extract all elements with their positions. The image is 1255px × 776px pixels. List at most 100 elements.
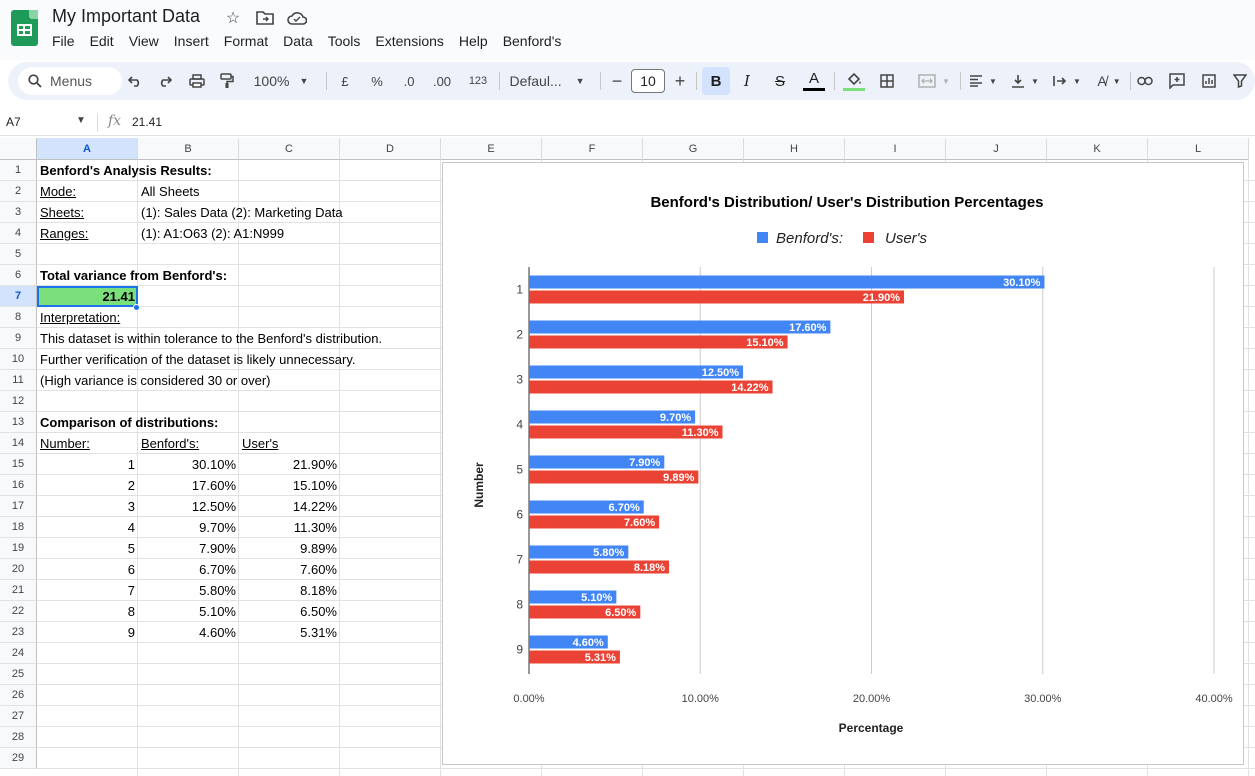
row-header-26[interactable]: 26	[0, 685, 37, 706]
table-user-cell[interactable]: 15.10%	[239, 475, 340, 496]
table-user-cell[interactable]: 8.18%	[239, 580, 340, 601]
table-number-cell[interactable]: 9	[37, 622, 138, 643]
row-header-3[interactable]: 3	[0, 202, 37, 223]
move-folder-icon[interactable]	[254, 8, 276, 28]
cell-interpretation-label[interactable]: Interpretation:	[37, 307, 138, 328]
row-header-7[interactable]: 7	[0, 286, 37, 307]
merge-cells-button[interactable]: ▼	[912, 62, 956, 100]
table-benford-cell[interactable]: 9.70%	[138, 517, 239, 538]
column-header-a[interactable]: A	[37, 138, 138, 160]
decrease-font-size-button[interactable]: −	[608, 62, 626, 100]
table-benford-cell[interactable]: 5.80%	[138, 580, 239, 601]
font-size-input[interactable]: 10	[631, 69, 665, 93]
menu-format[interactable]: Format	[224, 33, 268, 49]
select-all-corner[interactable]	[0, 138, 37, 160]
table-benford-cell[interactable]: 4.60%	[138, 622, 239, 643]
column-header-d[interactable]: D	[340, 138, 441, 160]
row-header-9[interactable]: 9	[0, 328, 37, 349]
table-benford-cell[interactable]: 7.90%	[138, 538, 239, 559]
row-header-5[interactable]: 5	[0, 244, 37, 265]
borders-icon[interactable]	[876, 62, 898, 100]
column-header-i[interactable]: I	[845, 138, 946, 160]
cell-mode-value[interactable]: All Sheets	[138, 181, 438, 202]
column-header-c[interactable]: C	[239, 138, 340, 160]
table-user-cell[interactable]: 6.50%	[239, 601, 340, 622]
menu-edit[interactable]: Edit	[90, 33, 114, 49]
row-header-17[interactable]: 17	[0, 496, 37, 517]
row-header-8[interactable]: 8	[0, 307, 37, 328]
increase-font-size-button[interactable]: +	[671, 62, 689, 100]
cell-comparison-label[interactable]: Comparison of distributions:	[37, 412, 337, 433]
table-number-cell[interactable]: 5	[37, 538, 138, 559]
cell-ranges-value[interactable]: (1): A1:O63 (2): A1:N999	[138, 223, 438, 244]
table-user-cell[interactable]: 14.22%	[239, 496, 340, 517]
cell-benford-header[interactable]: Benford's:	[138, 433, 239, 454]
menu-benfords[interactable]: Benford's	[503, 33, 562, 49]
column-header-e[interactable]: E	[441, 138, 542, 160]
text-wrapping-button[interactable]: ▼	[1050, 62, 1084, 100]
table-number-cell[interactable]: 4	[37, 517, 138, 538]
table-user-cell[interactable]: 7.60%	[239, 559, 340, 580]
table-user-cell[interactable]: 5.31%	[239, 622, 340, 643]
row-header-25[interactable]: 25	[0, 664, 37, 685]
menu-help[interactable]: Help	[459, 33, 488, 49]
table-number-cell[interactable]: 6	[37, 559, 138, 580]
row-header-21[interactable]: 21	[0, 580, 37, 601]
row-header-24[interactable]: 24	[0, 643, 37, 664]
redo-icon[interactable]	[154, 62, 176, 100]
filter-icon[interactable]	[1230, 62, 1250, 100]
row-header-12[interactable]: 12	[0, 391, 37, 412]
row-header-11[interactable]: 11	[0, 370, 37, 391]
column-header-f[interactable]: F	[542, 138, 643, 160]
chevron-down-icon[interactable]: ▼	[76, 115, 86, 126]
zoom-select[interactable]: 100% ▼	[246, 62, 316, 100]
row-header-28[interactable]: 28	[0, 727, 37, 748]
column-header-k[interactable]: K	[1047, 138, 1148, 160]
table-user-cell[interactable]: 9.89%	[239, 538, 340, 559]
cell-user-header[interactable]: User's	[239, 433, 340, 454]
insert-link-icon[interactable]	[1134, 62, 1156, 100]
cell-number-header[interactable]: Number:	[37, 433, 138, 454]
column-header-h[interactable]: H	[744, 138, 845, 160]
menu-data[interactable]: Data	[283, 33, 313, 49]
table-benford-cell[interactable]: 30.10%	[138, 454, 239, 475]
cloud-status-icon[interactable]	[286, 8, 308, 28]
cell-sheets-label[interactable]: Sheets:	[37, 202, 138, 223]
paint-format-icon[interactable]	[216, 62, 238, 100]
row-header-16[interactable]: 16	[0, 475, 37, 496]
name-box[interactable]: A7	[6, 115, 21, 129]
menu-extensions[interactable]: Extensions	[375, 33, 443, 49]
table-benford-cell[interactable]: 6.70%	[138, 559, 239, 580]
currency-format-button[interactable]: £	[334, 62, 356, 100]
menu-insert[interactable]: Insert	[174, 33, 209, 49]
row-header-13[interactable]: 13	[0, 412, 37, 433]
number-format-button[interactable]: 123	[463, 62, 493, 100]
table-benford-cell[interactable]: 12.50%	[138, 496, 239, 517]
column-header-g[interactable]: G	[643, 138, 744, 160]
table-user-cell[interactable]: 21.90%	[239, 454, 340, 475]
table-number-cell[interactable]: 1	[37, 454, 138, 475]
document-title[interactable]: My Important Data	[52, 6, 200, 27]
undo-icon[interactable]	[124, 62, 146, 100]
percent-format-button[interactable]: %	[366, 62, 388, 100]
print-icon[interactable]	[186, 62, 208, 100]
cell-variance-label[interactable]: Total variance from Benford's:	[37, 265, 337, 286]
column-header-j[interactable]: J	[946, 138, 1047, 160]
row-header-20[interactable]: 20	[0, 559, 37, 580]
row-header-27[interactable]: 27	[0, 706, 37, 727]
fill-color-button[interactable]	[842, 62, 866, 100]
insert-comment-icon[interactable]	[1166, 62, 1188, 100]
row-header-15[interactable]: 15	[0, 454, 37, 475]
row-header-1[interactable]: 1	[0, 160, 37, 181]
column-header-b[interactable]: B	[138, 138, 239, 160]
table-number-cell[interactable]: 8	[37, 601, 138, 622]
row-header-18[interactable]: 18	[0, 517, 37, 538]
cell-ranges-label[interactable]: Ranges:	[37, 223, 138, 244]
row-header-14[interactable]: 14	[0, 433, 37, 454]
italic-button[interactable]: I	[736, 62, 758, 100]
menu-view[interactable]: View	[129, 33, 159, 49]
vertical-align-button[interactable]: ▼	[1008, 62, 1042, 100]
menus-search-button[interactable]: Menus	[18, 67, 122, 95]
cell-interpretation-3[interactable]: (High variance is considered 30 or over)	[37, 370, 437, 391]
horizontal-align-button[interactable]: ▼	[966, 62, 1000, 100]
